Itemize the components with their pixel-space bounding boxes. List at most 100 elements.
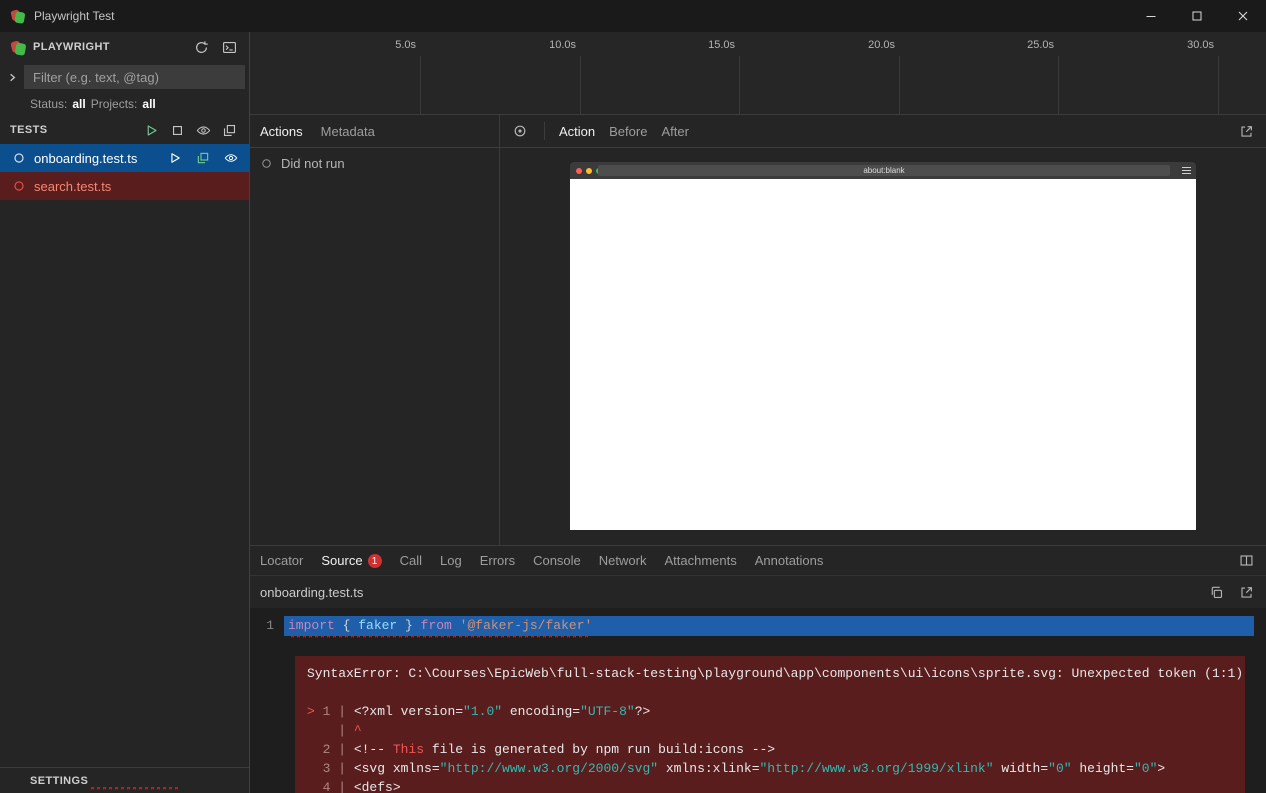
open-snapshot-external-button[interactable] xyxy=(1236,121,1256,141)
details-panel: Locator Source1 Call Log Errors Console … xyxy=(250,545,1266,793)
sidebar-title: PLAYWRIGHT xyxy=(33,41,110,53)
filter-input[interactable] xyxy=(24,65,245,89)
collapse-all-button[interactable] xyxy=(219,120,239,140)
tab-after-snapshot[interactable]: After xyxy=(661,124,688,139)
split-view-icon xyxy=(1239,553,1254,568)
timeline-tick-label: 20.0s xyxy=(868,39,895,51)
tab-console[interactable]: Console xyxy=(533,553,581,568)
browser-snapshot-window: about:blank xyxy=(570,162,1196,530)
source-code-view: 1 import { faker } from '@faker-js/faker… xyxy=(250,608,1266,793)
status-value[interactable]: all xyxy=(72,97,85,111)
tab-log[interactable]: Log xyxy=(440,553,462,568)
actions-panel: Actions Metadata Did not run xyxy=(250,115,500,545)
snapshot-body: about:blank xyxy=(500,148,1266,545)
test-row-actions xyxy=(165,148,241,168)
browser-page-content[interactable] xyxy=(570,179,1196,530)
maximize-icon xyxy=(1189,8,1205,24)
source-file-header: onboarding.test.ts xyxy=(250,576,1266,608)
syntax-error-block: SyntaxError: C:\Courses\EpicWeb\full-sta… xyxy=(295,656,1245,793)
chevron-right-icon xyxy=(5,70,20,85)
source-file-icon xyxy=(196,151,210,165)
terminal-icon xyxy=(222,40,237,55)
tab-call[interactable]: Call xyxy=(400,553,422,568)
test-name: onboarding.test.ts xyxy=(34,151,137,166)
source-error-badge: 1 xyxy=(368,554,382,568)
close-button[interactable] xyxy=(1220,0,1266,32)
playwright-trace-window: Playwright Test PLAYWRIGHT xyxy=(0,0,1266,793)
minimize-icon xyxy=(1143,8,1159,24)
browser-menu-icon xyxy=(1182,167,1191,174)
actions-empty-message: Did not run xyxy=(281,156,345,171)
copy-source-button[interactable] xyxy=(1206,582,1226,602)
test-item-search[interactable]: search.test.ts xyxy=(0,172,249,200)
run-test-button[interactable] xyxy=(165,148,185,168)
tab-action-snapshot[interactable]: Action xyxy=(559,124,595,139)
tab-network[interactable]: Network xyxy=(599,553,647,568)
stop-icon xyxy=(170,123,185,138)
window-title: Playwright Test xyxy=(34,9,114,23)
refresh-icon xyxy=(194,40,209,55)
copy-icon xyxy=(1209,585,1224,600)
traffic-light-yellow-icon xyxy=(586,168,592,174)
playwright-logo-icon xyxy=(10,8,26,24)
watch-all-icon xyxy=(196,123,211,138)
titlebar: Playwright Test xyxy=(0,0,1266,32)
reload-tests-button[interactable] xyxy=(191,37,211,57)
open-source-external-button[interactable] xyxy=(1236,582,1256,602)
minimize-button[interactable] xyxy=(1128,0,1174,32)
filter-status-row: Status: all Projects: all xyxy=(0,92,249,116)
tab-metadata[interactable]: Metadata xyxy=(321,124,375,139)
timeline-tick-label: 30.0s xyxy=(1187,39,1214,51)
sidebar: PLAYWRIGHT Status: all xyxy=(0,32,250,793)
pick-locator-icon xyxy=(512,123,528,139)
tab-locator[interactable]: Locator xyxy=(260,553,303,568)
filter-expand-button[interactable] xyxy=(2,67,22,87)
playwright-logo-icon xyxy=(10,39,27,56)
line-number: 1 xyxy=(250,616,284,636)
tab-errors[interactable]: Errors xyxy=(480,553,515,568)
watch-test-button[interactable] xyxy=(221,148,241,168)
timeline-tick-label: 25.0s xyxy=(1027,39,1054,51)
tab-actions[interactable]: Actions xyxy=(260,124,303,139)
watch-icon xyxy=(224,151,238,165)
pick-locator-button[interactable] xyxy=(510,121,530,141)
stop-button[interactable] xyxy=(167,120,187,140)
watch-all-button[interactable] xyxy=(193,120,213,140)
maximize-button[interactable] xyxy=(1174,0,1220,32)
error-squiggle xyxy=(288,636,588,640)
toggle-output-button[interactable] xyxy=(219,37,239,57)
error-line: | ^ xyxy=(307,721,1233,740)
tab-before-snapshot[interactable]: Before xyxy=(609,124,647,139)
close-icon xyxy=(1235,8,1251,24)
projects-value[interactable]: all xyxy=(142,97,155,111)
timeline-tick-label: 10.0s xyxy=(549,39,576,51)
filter-row xyxy=(0,62,249,92)
error-line: 3 | <svg xmlns="http://www.w3.org/2000/s… xyxy=(307,759,1233,778)
error-line: 2 | <!-- This file is generated by npm r… xyxy=(307,740,1233,759)
code-line-content: import { faker } from '@faker-js/faker' xyxy=(284,616,1254,636)
external-link-icon xyxy=(1239,124,1254,139)
did-not-run-icon xyxy=(260,157,273,170)
timeline-tick-label: 15.0s xyxy=(708,39,735,51)
timeline[interactable]: 5.0s 10.0s 15.0s 20.0s 25.0s 30.0s xyxy=(250,32,1266,115)
projects-label: Projects: xyxy=(91,97,138,111)
external-link-icon xyxy=(1239,585,1254,600)
snapshot-toolbar: Action Before After xyxy=(500,115,1266,148)
tab-annotations[interactable]: Annotations xyxy=(755,553,824,568)
actions-panel-tabs: Actions Metadata xyxy=(250,115,499,148)
test-item-onboarding[interactable]: onboarding.test.ts xyxy=(0,144,249,172)
timeline-tick-label: 5.0s xyxy=(395,39,416,51)
code-line-1: 1 import { faker } from '@faker-js/faker… xyxy=(250,616,1266,636)
tests-toolbar xyxy=(141,120,239,140)
tab-source[interactable]: Source1 xyxy=(321,553,381,569)
collapse-all-icon xyxy=(222,123,237,138)
run-all-button[interactable] xyxy=(141,120,161,140)
main-area: PLAYWRIGHT Status: all xyxy=(0,32,1266,793)
right-pane: 5.0s 10.0s 15.0s 20.0s 25.0s 30.0s Actio… xyxy=(250,32,1266,793)
error-line: SyntaxError: C:\Courses\EpicWeb\full-sta… xyxy=(307,664,1233,683)
toggle-layout-button[interactable] xyxy=(1236,551,1256,571)
middle-split: Actions Metadata Did not run Actio xyxy=(250,115,1266,545)
show-source-button[interactable] xyxy=(193,148,213,168)
tab-attachments[interactable]: Attachments xyxy=(664,553,736,568)
test-state-circle-icon xyxy=(12,151,26,165)
